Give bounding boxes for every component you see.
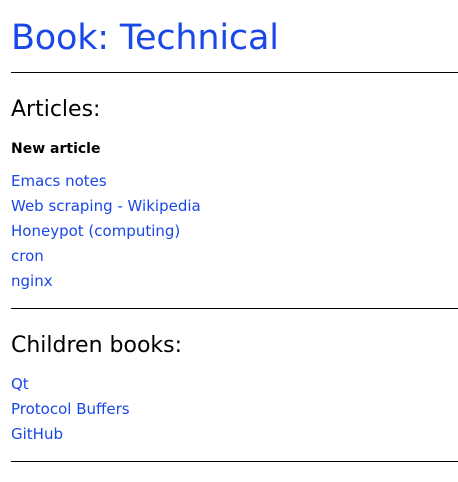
list-item: Protocol Buffers (11, 399, 130, 424)
article-link-cron[interactable]: cron (11, 247, 44, 265)
divider (11, 72, 458, 73)
article-link-emacs-notes[interactable]: Emacs notes (11, 172, 107, 190)
article-link-honeypot[interactable]: Honeypot (computing) (11, 222, 180, 240)
article-link-web-scraping[interactable]: Web scraping - Wikipedia (11, 197, 201, 215)
list-item: cron (11, 246, 201, 271)
divider (11, 461, 458, 462)
list-item: Honeypot (computing) (11, 221, 201, 246)
article-link-nginx[interactable]: nginx (11, 272, 53, 290)
list-item: Qt (11, 374, 130, 399)
child-book-link-github[interactable]: GitHub (11, 425, 63, 443)
list-item: Web scraping - Wikipedia (11, 196, 201, 221)
new-article-button[interactable]: New article (11, 139, 100, 159)
page-title: Book: Technical (11, 18, 279, 58)
articles-heading: Articles: (11, 97, 101, 122)
children-books-heading: Children books: (11, 333, 183, 358)
list-item: Emacs notes (11, 171, 201, 196)
articles-list: Emacs notes Web scraping - Wikipedia Hon… (11, 171, 201, 296)
child-book-link-protocol-buffers[interactable]: Protocol Buffers (11, 400, 130, 418)
child-book-link-qt[interactable]: Qt (11, 375, 29, 393)
children-books-list: Qt Protocol Buffers GitHub (11, 374, 130, 449)
list-item: GitHub (11, 424, 130, 449)
list-item: nginx (11, 271, 201, 296)
divider (11, 308, 458, 309)
